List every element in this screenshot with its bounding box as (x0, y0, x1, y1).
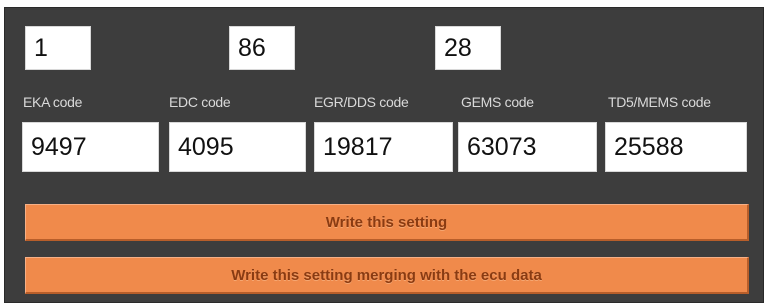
value-field-3[interactable]: 28 (435, 26, 501, 70)
eka-code-label: EKA code (23, 94, 83, 110)
write-setting-button[interactable]: Write this setting (25, 204, 749, 241)
gems-code-field[interactable]: 63073 (458, 122, 597, 172)
td5-mems-code-label: TD5/MEMS code (608, 94, 711, 110)
value-field-2[interactable]: 86 (229, 26, 295, 70)
egr-dds-code-field[interactable]: 19817 (314, 122, 453, 172)
gems-code-label: GEMS code (461, 94, 534, 110)
edc-code-field[interactable]: 4095 (169, 122, 306, 172)
value-field-1[interactable]: 1 (25, 26, 91, 70)
settings-panel: 1 86 28 EKA code EDC code EGR/DDS code G… (4, 7, 764, 303)
write-setting-merge-button[interactable]: Write this setting merging with the ecu … (25, 257, 749, 294)
td5-mems-code-field[interactable]: 25588 (605, 122, 747, 172)
egr-dds-code-label: EGR/DDS code (314, 94, 409, 110)
edc-code-label: EDC code (169, 94, 231, 110)
eka-code-field[interactable]: 9497 (22, 122, 159, 172)
